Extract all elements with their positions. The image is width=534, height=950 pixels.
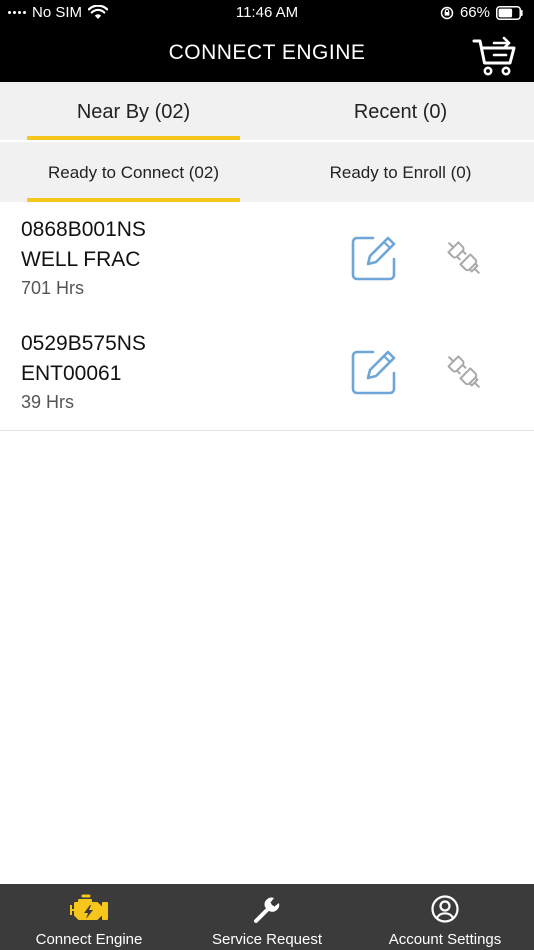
tab-recent-label: Recent (0) <box>353 101 448 123</box>
cart-icon <box>472 36 516 76</box>
tab-near-by[interactable]: Near By (02) <box>0 82 267 140</box>
edit-icon <box>351 350 396 395</box>
tab-near-by-label: Near By (02) <box>76 101 191 123</box>
tab-ready-to-enroll[interactable]: Ready to Enroll (0) <box>267 142 534 202</box>
secondary-tabs: Ready to Connect (02) Ready to Enroll (0… <box>0 142 534 202</box>
tab-recent[interactable]: Recent (0) <box>267 82 534 140</box>
engine-icon <box>70 894 108 920</box>
engine-hours: 701 Hrs <box>21 278 85 298</box>
tab-ready-to-enroll-label: Ready to Enroll (0) <box>329 163 472 182</box>
nav-service-request[interactable]: Service Request <box>178 884 356 950</box>
primary-tabs: Near By (02) Recent (0) <box>0 82 534 140</box>
account-icon <box>431 895 459 923</box>
wrench-icon <box>254 897 280 923</box>
status-right: 66% <box>440 4 524 21</box>
engine-list-item[interactable]: 0868B001NS WELL FRAC 701 Hrs <box>0 202 534 317</box>
engine-serial: 0868B001NS <box>21 218 146 241</box>
orientation-lock-icon <box>440 6 454 19</box>
engine-name: WELL FRAC <box>21 248 141 271</box>
engine-name: ENT00061 <box>21 362 122 385</box>
connect-button[interactable] <box>441 235 487 281</box>
battery-icon <box>496 5 523 20</box>
connect-button[interactable] <box>441 349 487 395</box>
tab-ready-to-connect-label: Ready to Connect (02) <box>47 163 220 182</box>
engine-serial: 0529B575NS <box>21 332 146 355</box>
plug-icon <box>447 355 480 388</box>
edit-icon <box>351 236 396 281</box>
plug-icon <box>447 241 480 274</box>
nav-connect-engine-label: Connect Engine <box>35 931 143 948</box>
tab-ready-to-connect[interactable]: Ready to Connect (02) <box>0 142 267 202</box>
engine-hours: 39 Hrs <box>21 392 75 412</box>
nav-service-request-label: Service Request <box>211 931 323 948</box>
bottom-nav: Connect Engine Service Request Account S… <box>0 884 534 950</box>
tab-near-by-indicator <box>27 136 240 140</box>
engine-list-item[interactable]: 0529B575NS ENT00061 39 Hrs <box>0 316 534 431</box>
edit-button[interactable] <box>349 347 399 397</box>
page-title: CONNECT ENGINE <box>168 41 366 64</box>
nav-connect-engine[interactable]: Connect Engine <box>0 884 178 950</box>
edit-button[interactable] <box>349 233 399 283</box>
status-bar: No SIM 11:46 AM 66% <box>0 0 534 26</box>
nav-account-settings-label: Account Settings <box>388 931 502 948</box>
app-header: CONNECT ENGINE <box>0 26 534 82</box>
nav-account-settings[interactable]: Account Settings <box>356 884 534 950</box>
battery-percent: 66% <box>459 4 490 21</box>
cart-button[interactable] <box>472 34 518 78</box>
